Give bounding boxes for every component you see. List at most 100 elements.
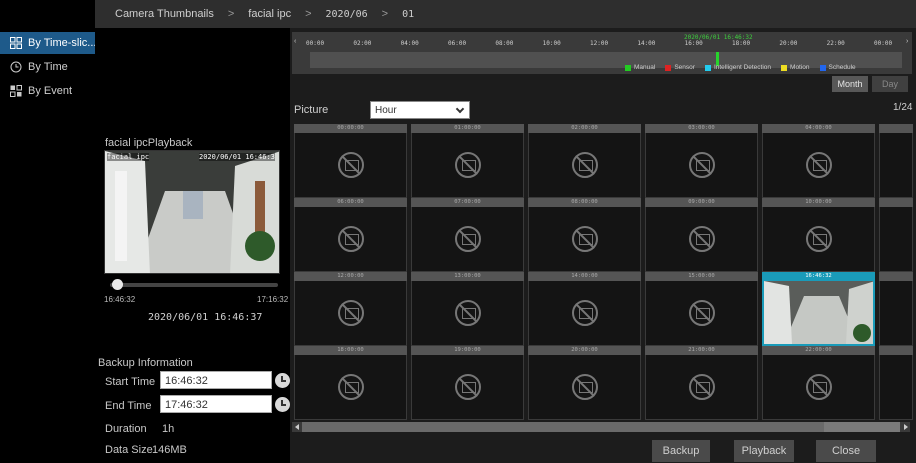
legend-item: Schedule: [819, 64, 856, 71]
month-button[interactable]: Month: [832, 76, 868, 92]
thumbnail[interactable]: 15:00:00: [645, 272, 758, 346]
playback-slider[interactable]: [110, 283, 278, 287]
end-time-input[interactable]: 17:46:32: [160, 395, 272, 413]
breadcrumb-month[interactable]: 2020/06: [326, 9, 368, 20]
thumbnail-time: 16:46:32: [762, 272, 875, 281]
no-image-icon: [337, 374, 364, 400]
timeline-prev-icon[interactable]: ‹: [294, 38, 296, 45]
thumbnail[interactable]: 12:00:00: [294, 272, 407, 346]
thumbnail-time: 18:00:00: [294, 346, 407, 355]
thumbnail-time: 02:00:00: [528, 124, 641, 133]
thumbnail[interactable]: 13:00:00: [411, 272, 524, 346]
no-image-icon: [454, 152, 481, 178]
thumbnail[interactable]: 19:00:00: [411, 346, 524, 420]
sidebar-item-by-event[interactable]: By Event: [0, 80, 95, 102]
breadcrumb: Camera Thumbnails > facial ipc > 2020/06…: [95, 0, 916, 28]
timeline-marker-label: 2020/06/01 16:46:32: [684, 34, 753, 41]
duration-value: 1h: [162, 423, 175, 435]
thumbnail-placeholder: [879, 355, 913, 420]
thumbnail[interactable]: 03:00:00: [645, 124, 758, 198]
interval-select[interactable]: Hour: [370, 101, 470, 119]
playback-slider-handle[interactable]: [112, 279, 124, 290]
event-grid-icon: [10, 85, 22, 97]
thumbnail[interactable]: 08:00:00: [528, 198, 641, 272]
thumbnail-placeholder: [294, 133, 407, 198]
thumbnail-partial[interactable]: [879, 272, 913, 346]
thumbnail[interactable]: 02:00:00: [528, 124, 641, 198]
sidebar-item-by-time-slice[interactable]: By Time-slic...: [0, 32, 95, 54]
thumbnail-time: [879, 272, 913, 281]
sidebar-item-label: By Time: [28, 61, 68, 73]
thumbnail-time: [879, 124, 913, 133]
no-image-icon: [688, 300, 715, 326]
thumbnail-time: 06:00:00: [294, 198, 407, 207]
legend-label: Schedule: [828, 64, 856, 71]
timeline-tick-label: 18:00: [732, 40, 751, 47]
breadcrumb-root[interactable]: Camera Thumbnails: [115, 8, 214, 20]
timeline-tick-label: 00:00: [306, 40, 325, 47]
end-time-clock-icon[interactable]: [275, 397, 290, 412]
no-image-icon: [571, 152, 598, 178]
thumbnail[interactable]: 21:00:00: [645, 346, 758, 420]
day-button[interactable]: Day: [872, 76, 908, 92]
playback-video[interactable]: facial ipc 2020/06/01 16:46:3: [104, 150, 280, 274]
thumbnail-time: [879, 198, 913, 207]
thumbnail-placeholder: [762, 207, 875, 272]
horizontal-scrollbar-thumb[interactable]: [302, 422, 824, 432]
thumbnail[interactable]: 09:00:00: [645, 198, 758, 272]
thumbnail-placeholder: [528, 207, 641, 272]
legend-label: Manual: [634, 64, 656, 71]
playback-current-time: 2020/06/01 16:46:37: [148, 312, 263, 323]
no-image-icon: [805, 152, 832, 178]
timeline-tick-label: 20:00: [779, 40, 798, 47]
no-image-icon: [337, 226, 364, 252]
timeline-tick-label: 00:00: [874, 40, 893, 47]
thumbnail-time: 20:00:00: [528, 346, 641, 355]
thumbnail-placeholder: [879, 207, 913, 272]
no-image-icon: [337, 300, 364, 326]
thumbnail-time: 10:00:00: [762, 198, 875, 207]
thumbnail-time: 22:00:00: [762, 346, 875, 355]
close-button[interactable]: Close: [816, 440, 876, 462]
timeline-scale: 00:00 02:00 04:00 06:00 08:00 10:00 12:00 14:00…: [292, 36, 912, 50]
thumbnail[interactable]: 16:46:32: [762, 272, 875, 346]
playback-title: facial ipcPlayback: [105, 137, 193, 149]
thumbnail-placeholder: [294, 281, 407, 346]
thumbnail-partial[interactable]: [879, 124, 913, 198]
no-image-icon: [454, 226, 481, 252]
legend-item: Manual: [625, 64, 655, 71]
thumbnail-placeholder: [411, 281, 524, 346]
data-size-label: Data Size: [105, 444, 153, 456]
time-slice-icon: [10, 37, 22, 49]
thumbnail-time: 15:00:00: [645, 272, 758, 281]
thumbnail[interactable]: 06:00:00: [294, 198, 407, 272]
start-time-clock-icon[interactable]: [275, 373, 290, 388]
scroll-left-icon[interactable]: [292, 422, 302, 432]
legend-swatch: [704, 64, 711, 71]
start-time-input[interactable]: 16:46:32: [160, 371, 272, 389]
thumbnail[interactable]: 07:00:00: [411, 198, 524, 272]
backup-button[interactable]: Backup: [652, 440, 710, 462]
breadcrumb-day: 01: [402, 8, 415, 20]
playback-button[interactable]: Playback: [734, 440, 794, 462]
thumbnail[interactable]: 04:00:00: [762, 124, 875, 198]
no-image-icon: [337, 152, 364, 178]
thumbnail[interactable]: 22:00:00: [762, 346, 875, 420]
thumbnail[interactable]: 20:00:00: [528, 346, 641, 420]
thumbnail[interactable]: 10:00:00: [762, 198, 875, 272]
thumbnail-partial[interactable]: [879, 198, 913, 272]
breadcrumb-camera[interactable]: facial ipc: [248, 8, 291, 20]
thumbnail[interactable]: 18:00:00: [294, 346, 407, 420]
breadcrumb-separator: >: [227, 8, 235, 20]
timeline-tick-label: 06:00: [448, 40, 467, 47]
breadcrumb-separator: >: [381, 8, 389, 20]
thumbnail[interactable]: 14:00:00: [528, 272, 641, 346]
thumbnail[interactable]: 01:00:00: [411, 124, 524, 198]
timeline-next-icon[interactable]: ›: [906, 38, 908, 45]
scroll-right-icon[interactable]: [900, 422, 910, 432]
playback-end-time: 17:16:32: [257, 295, 289, 304]
timeline-tick-label: 22:00: [826, 40, 845, 47]
thumbnail-partial[interactable]: [879, 346, 913, 420]
sidebar-item-by-time[interactable]: By Time: [0, 56, 95, 78]
thumbnail[interactable]: 00:00:00: [294, 124, 407, 198]
